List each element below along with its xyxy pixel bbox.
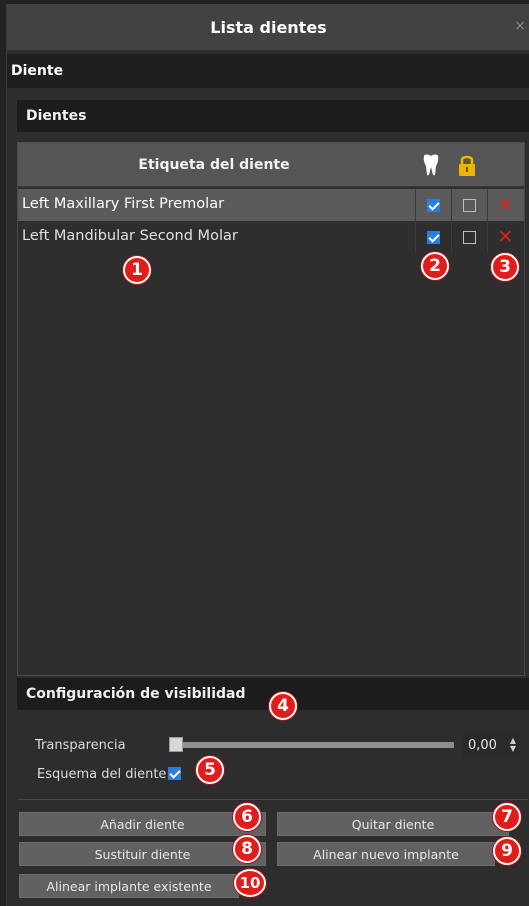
visible-checkbox[interactable]	[427, 230, 440, 244]
align-existing-implant-button[interactable]: Alinear implante existente	[19, 874, 239, 898]
lock-cell	[451, 189, 487, 221]
delete-cell: ✕	[487, 221, 523, 253]
divider	[19, 799, 528, 800]
callout-badge: 9	[493, 837, 521, 865]
callout-badge: 2	[421, 252, 449, 280]
visible-cell	[415, 189, 451, 221]
tooth-outline-checkbox[interactable]	[168, 767, 181, 780]
section-header: Diente	[7, 54, 529, 88]
tooth-label: Left Mandibular Second Molar	[22, 228, 238, 244]
title-bar: Lista dientes ×	[7, 4, 529, 50]
callout-badge: 7	[493, 803, 521, 831]
visible-checkbox[interactable]	[427, 198, 440, 212]
tooth-list-panel: Lista dientes × Diente Dientes Etiqueta …	[6, 4, 529, 906]
transparency-spinbox[interactable]: 0,00 ▲ ▼	[462, 733, 520, 757]
close-icon[interactable]: ×	[514, 18, 526, 34]
transparency-label: Transparencia	[35, 738, 126, 753]
callout-badge: 8	[233, 835, 261, 863]
window-title: Lista dientes	[210, 17, 327, 37]
callout-badge: 3	[491, 253, 519, 281]
transparency-slider-track[interactable]	[177, 742, 454, 748]
replace-tooth-button[interactable]: Sustituir diente	[19, 842, 266, 866]
callout-badge: 1	[123, 256, 151, 284]
table-row[interactable]: Left Mandibular Second Molar ✕	[18, 221, 524, 253]
table-header: Etiqueta del diente	[18, 143, 524, 187]
transparency-value: 0,00	[468, 737, 497, 753]
column-header-label: Etiqueta del diente	[138, 157, 290, 173]
teeth-group-header: Dientes	[17, 100, 529, 132]
remove-tooth-button[interactable]: Quitar diente	[277, 812, 509, 836]
callout-badge: 10	[234, 869, 266, 897]
lock-checkbox[interactable]	[463, 198, 476, 212]
spin-arrows-icon[interactable]: ▲ ▼	[510, 737, 516, 753]
lock-cell	[451, 221, 487, 253]
visible-cell	[415, 221, 451, 253]
add-tooth-button[interactable]: Añadir diente	[19, 812, 266, 836]
delete-icon[interactable]: ✕	[498, 195, 514, 215]
delete-icon[interactable]: ✕	[498, 227, 514, 247]
tooth-label: Left Maxillary First Premolar	[22, 196, 225, 212]
callout-badge: 4	[269, 692, 297, 720]
lock-checkbox[interactable]	[463, 230, 476, 244]
delete-cell: ✕	[487, 189, 523, 221]
align-new-implant-button[interactable]: Alinear nuevo implante	[277, 842, 495, 866]
callout-badge: 5	[196, 756, 224, 784]
lock-icon	[459, 155, 475, 176]
callout-badge: 6	[233, 803, 261, 831]
table-row[interactable]: Left Maxillary First Premolar ✕	[18, 189, 524, 221]
tooth-icon	[423, 154, 439, 176]
tooth-outline-label: Esquema del diente	[37, 767, 167, 782]
transparency-slider-handle[interactable]	[169, 737, 183, 752]
teeth-table: Etiqueta del diente Left Maxillary First…	[17, 142, 525, 676]
